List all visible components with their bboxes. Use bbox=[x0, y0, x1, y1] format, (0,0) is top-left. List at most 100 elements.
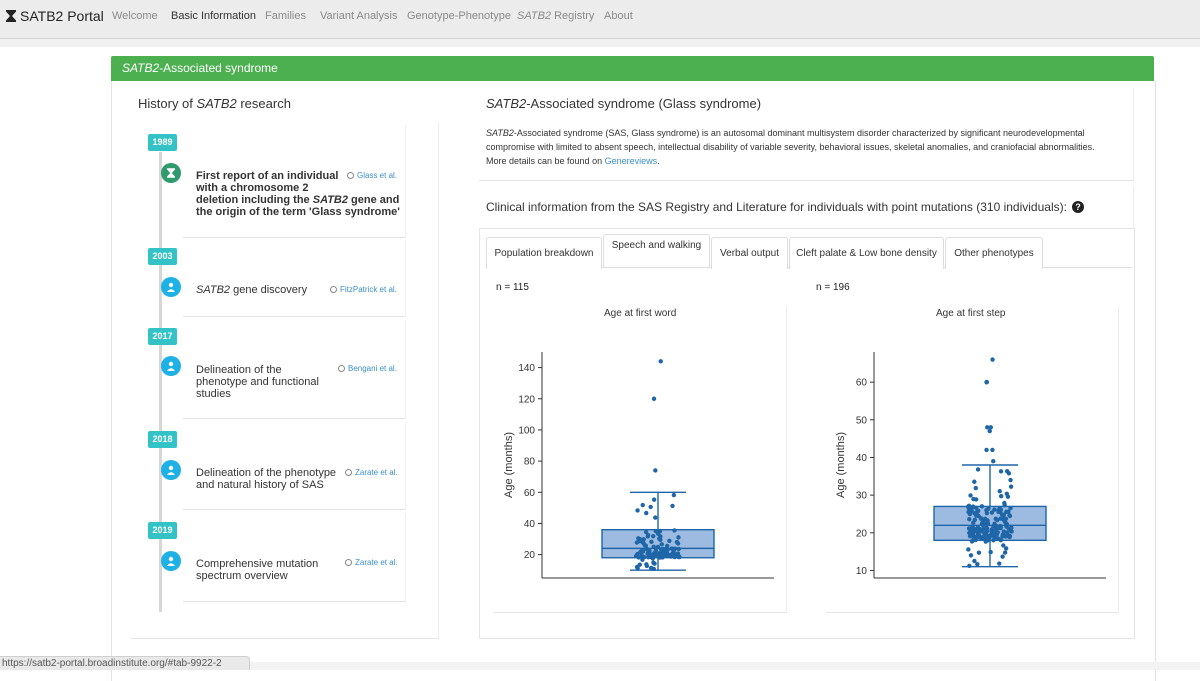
y-axis-label: Age (months) bbox=[503, 432, 515, 498]
data-point bbox=[1005, 494, 1011, 499]
outlier-point bbox=[991, 459, 996, 464]
panel-title-italic: SATB2 bbox=[122, 61, 160, 75]
event-1989-line4: the origin of the term 'Glass syndrome' bbox=[196, 206, 400, 218]
data-point bbox=[638, 549, 643, 555]
data-point bbox=[969, 539, 975, 544]
tab-other-phenotypes[interactable]: Other phenotypes bbox=[945, 237, 1043, 269]
data-point bbox=[666, 553, 671, 558]
clock-icon bbox=[330, 286, 337, 293]
outlier-point bbox=[987, 428, 992, 434]
y-tick-label: 20 bbox=[524, 550, 536, 561]
data-point bbox=[659, 542, 665, 547]
tab-cleft-palate[interactable]: Cleft palate & Low bone density bbox=[789, 237, 944, 269]
data-point bbox=[996, 508, 1001, 514]
genereviews-link[interactable]: Genereviews bbox=[605, 156, 658, 166]
year-badge-1989: 1989 bbox=[148, 134, 177, 151]
history-title: History of SATB2 research bbox=[138, 96, 291, 111]
data-point bbox=[980, 535, 985, 540]
sas-desc-line2: compromise with limited to absent speech… bbox=[486, 142, 1095, 152]
outlier-point bbox=[984, 447, 989, 453]
data-point bbox=[966, 547, 971, 552]
data-point bbox=[975, 467, 981, 472]
data-point bbox=[1008, 484, 1014, 489]
nav-satb2-registry[interactable]: SATB2 Registry bbox=[517, 0, 594, 32]
citation-bengani[interactable]: Bengani et al. bbox=[338, 364, 397, 373]
clinical-title: Clinical information from the SAS Regist… bbox=[486, 200, 1084, 214]
y-axis-label: Age (months) bbox=[835, 432, 847, 498]
nav-basic-information[interactable]: Basic Information bbox=[171, 0, 256, 32]
data-point bbox=[644, 510, 649, 516]
chart-title-word: Age at first word bbox=[604, 308, 677, 319]
data-point bbox=[1007, 533, 1013, 539]
brand-label: SATB2 Portal bbox=[20, 8, 104, 24]
data-point bbox=[976, 550, 982, 555]
y-tick-label: 40 bbox=[856, 453, 868, 464]
tab-population-breakdown[interactable]: Population breakdown bbox=[486, 237, 602, 269]
nav-families[interactable]: Families bbox=[265, 0, 306, 32]
nav-variant-analysis[interactable]: Variant Analysis bbox=[320, 0, 397, 32]
data-point bbox=[989, 529, 994, 534]
tab-speech-and-walking[interactable]: Speech and walking bbox=[603, 234, 710, 267]
data-point bbox=[998, 494, 1004, 499]
data-point bbox=[975, 509, 980, 514]
citation-zarate-2019[interactable]: Zarate et al. bbox=[345, 558, 398, 567]
nav-welcome[interactable]: Welcome bbox=[112, 0, 158, 32]
data-point bbox=[674, 539, 680, 545]
data-point bbox=[653, 515, 658, 520]
data-point bbox=[670, 503, 675, 509]
outlier-point bbox=[658, 359, 663, 364]
nav-registry-italic: SATB2 bbox=[517, 10, 552, 22]
user-icon bbox=[161, 356, 181, 376]
year-badge-2019: 2019 bbox=[148, 522, 177, 539]
data-point bbox=[1008, 506, 1013, 511]
data-point bbox=[669, 546, 675, 551]
sas-title: SATB2-Associated syndrome (Glass syndrom… bbox=[486, 96, 762, 111]
data-point bbox=[1008, 477, 1013, 483]
data-point bbox=[991, 523, 996, 529]
data-point bbox=[995, 517, 1000, 523]
help-icon[interactable]: ? bbox=[1071, 201, 1084, 213]
event-2017-line1: Delineation of the bbox=[196, 364, 282, 376]
event-1989-line3: deletion including the SATB2 gene and bbox=[196, 194, 400, 206]
data-point bbox=[637, 536, 643, 542]
event-2018-line2: and natural history of SAS bbox=[196, 479, 324, 491]
data-point bbox=[967, 517, 972, 522]
event-2019-line1: Comprehensive mutation bbox=[196, 558, 319, 570]
data-point bbox=[670, 551, 675, 557]
data-point bbox=[640, 502, 645, 508]
data-point bbox=[639, 553, 645, 558]
data-point bbox=[1002, 502, 1007, 508]
tab-verbal-output[interactable]: Verbal output bbox=[711, 237, 788, 269]
citation-fitzpatrick[interactable]: FitzPatrick et al. bbox=[330, 285, 397, 294]
citation-glass[interactable]: Glass et al. bbox=[347, 171, 397, 180]
data-point bbox=[651, 566, 657, 572]
data-point bbox=[644, 563, 650, 569]
y-tick-label: 60 bbox=[856, 378, 868, 389]
data-point bbox=[971, 496, 976, 502]
y-tick-label: 10 bbox=[856, 566, 868, 577]
horizontal-scrollbar[interactable] bbox=[250, 662, 1200, 670]
event-1989-line1: First report of an individual bbox=[196, 170, 339, 182]
outlier-point bbox=[651, 396, 657, 401]
outlier-point bbox=[988, 425, 993, 430]
data-point bbox=[968, 553, 974, 558]
data-point bbox=[994, 533, 999, 539]
y-tick-label: 80 bbox=[524, 457, 536, 468]
data-point bbox=[991, 538, 996, 543]
event-2003-text: SATB2 gene discovery bbox=[196, 284, 308, 296]
data-point bbox=[672, 528, 677, 533]
nav-about[interactable]: About bbox=[604, 0, 633, 32]
citation-zarate-2018[interactable]: Zarate et al. bbox=[345, 468, 398, 477]
data-point bbox=[651, 533, 656, 539]
brand[interactable]: SATB2 Portal bbox=[6, 0, 104, 32]
boxplot-age-first-step: 10 20 30 40 50 60 Age (months) bbox=[835, 352, 1106, 579]
nav-genotype-phenotype[interactable]: Genotype-Phenotype bbox=[407, 0, 511, 32]
data-point bbox=[642, 543, 648, 548]
event-1989-line2: with a chromosome 2 bbox=[196, 182, 309, 194]
y-tick-label: 60 bbox=[524, 488, 536, 499]
event-2017-line2: phenotype and functional bbox=[196, 376, 319, 388]
clock-icon bbox=[347, 172, 354, 179]
y-tick-label: 20 bbox=[856, 528, 868, 539]
data-point bbox=[1001, 529, 1007, 534]
data-point bbox=[972, 517, 978, 522]
